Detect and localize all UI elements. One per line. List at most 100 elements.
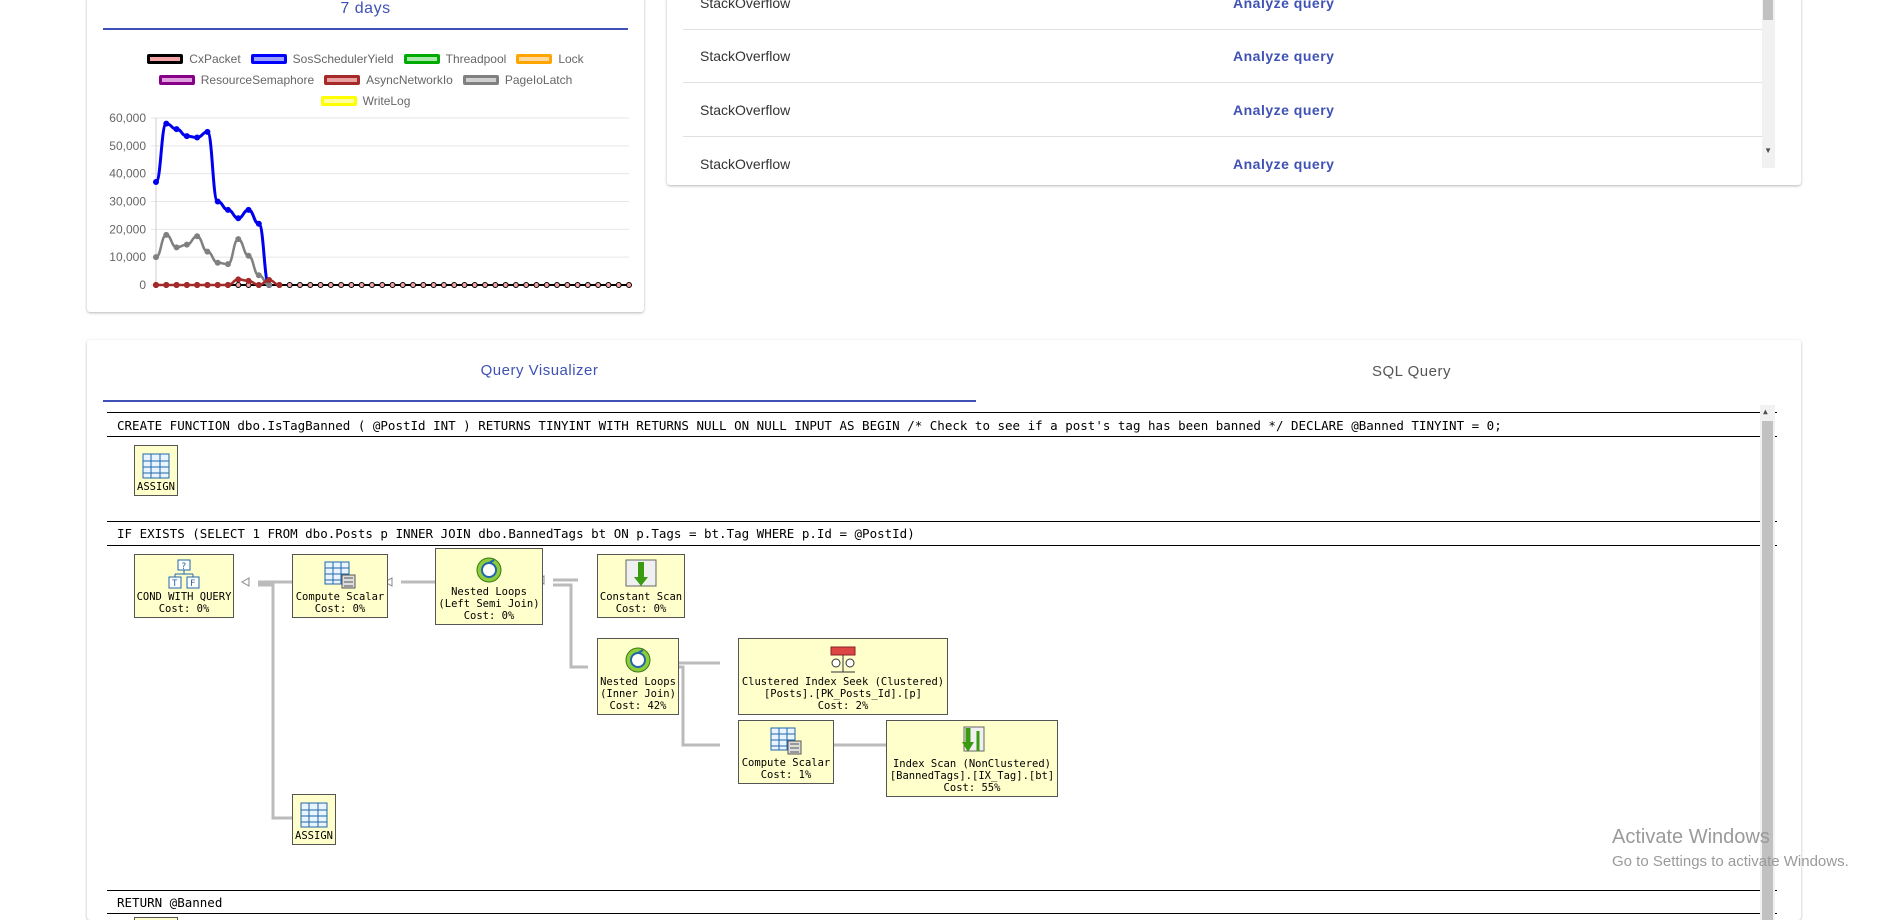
data-point[interactable] <box>194 282 201 288</box>
data-point[interactable] <box>245 206 252 213</box>
data-point[interactable] <box>214 198 221 205</box>
plan-node-assign[interactable]: ASSIGN <box>134 445 178 496</box>
data-point[interactable] <box>163 120 170 127</box>
data-point[interactable] <box>204 248 211 255</box>
data-point[interactable] <box>502 282 509 288</box>
data-point[interactable] <box>451 282 458 288</box>
data-point[interactable] <box>163 282 170 288</box>
data-point[interactable] <box>224 206 231 213</box>
data-point[interactable] <box>348 282 355 288</box>
data-point[interactable] <box>512 282 519 288</box>
plan-node-compute-scalar[interactable]: Compute Scalar Cost: 0% <box>292 554 388 618</box>
data-point[interactable] <box>173 244 180 251</box>
data-point[interactable] <box>255 282 262 288</box>
data-point[interactable] <box>204 282 211 288</box>
data-point[interactable] <box>482 282 489 288</box>
tab-7-days[interactable]: 7 days <box>103 0 628 30</box>
legend-item[interactable]: AsyncNetworkIo <box>324 73 453 87</box>
data-point[interactable] <box>595 282 602 288</box>
data-point[interactable] <box>626 282 632 288</box>
data-point[interactable] <box>183 133 190 140</box>
data-point[interactable] <box>399 282 406 288</box>
data-point[interactable] <box>204 128 211 135</box>
data-point[interactable] <box>235 276 242 283</box>
data-point[interactable] <box>235 282 242 288</box>
data-point[interactable] <box>554 282 561 288</box>
data-point[interactable] <box>327 282 334 288</box>
plan-node-cond-with-query[interactable]: ? T F COND WITH QUERY Cost: 0% <box>134 554 234 618</box>
data-point[interactable] <box>368 282 375 288</box>
data-point[interactable] <box>286 282 293 288</box>
legend-item[interactable]: PageIoLatch <box>462 73 572 87</box>
data-point[interactable] <box>245 277 252 284</box>
analyze-query-link[interactable]: Analyze query <box>1233 102 1334 118</box>
data-point[interactable] <box>358 282 365 288</box>
data-point[interactable] <box>615 282 622 288</box>
data-point[interactable] <box>574 282 581 288</box>
data-point[interactable] <box>235 215 242 222</box>
query-list-scroll-thumb[interactable] <box>1763 0 1773 20</box>
analyze-query-link[interactable]: Analyze query <box>1233 0 1334 11</box>
data-point[interactable] <box>255 272 262 279</box>
data-point[interactable] <box>255 220 262 227</box>
data-point[interactable] <box>338 282 345 288</box>
data-point[interactable] <box>194 134 201 141</box>
data-point[interactable] <box>317 282 324 288</box>
scroll-up-arrow-icon[interactable]: ▲ <box>1763 407 1768 416</box>
plan-node-compute-scalar[interactable]: Compute Scalar Cost: 1% <box>738 720 834 784</box>
data-point[interactable] <box>461 282 468 288</box>
data-point[interactable] <box>153 254 159 261</box>
data-point[interactable] <box>153 282 159 288</box>
data-point[interactable] <box>224 261 231 268</box>
data-point[interactable] <box>183 241 190 248</box>
query-list-scrollbar[interactable] <box>1762 0 1775 168</box>
plan-node-clustered-index-seek[interactable]: Clustered Index Seek (Clustered) [Posts].… <box>738 638 948 715</box>
data-point[interactable] <box>605 282 612 288</box>
data-point[interactable] <box>523 282 530 288</box>
legend-swatch <box>147 53 184 64</box>
data-point[interactable] <box>153 179 159 186</box>
data-point[interactable] <box>584 282 591 288</box>
data-point[interactable] <box>471 282 478 288</box>
data-point[interactable] <box>173 282 180 288</box>
data-point[interactable] <box>266 282 273 288</box>
data-point[interactable] <box>543 282 550 288</box>
data-point[interactable] <box>214 282 221 288</box>
data-point[interactable] <box>440 282 447 288</box>
data-point[interactable] <box>307 282 314 288</box>
tab-sql-query[interactable]: SQL Query <box>976 340 1801 402</box>
plan-node-index-scan-nonclustered[interactable]: Index Scan (NonClustered) [BannedTags].[I… <box>886 720 1058 797</box>
data-point[interactable] <box>533 282 540 288</box>
data-point[interactable] <box>235 236 242 243</box>
data-point[interactable] <box>420 282 427 288</box>
data-point[interactable] <box>410 282 417 288</box>
legend-item[interactable]: SosSchedulerYield <box>250 52 394 66</box>
data-point[interactable] <box>564 282 571 288</box>
legend-item[interactable]: CxPacket <box>147 52 241 66</box>
plan-node-nested-loops-left-semi-join[interactable]: Nested Loops (Left Semi Join) Cost: 0% <box>435 548 543 625</box>
legend-item[interactable]: ResourceSemaphore <box>158 73 314 87</box>
data-point[interactable] <box>245 252 252 259</box>
plan-node-constant-scan[interactable]: Constant Scan Cost: 0% <box>597 554 685 618</box>
scroll-down-arrow-icon[interactable]: ▼ <box>1764 146 1772 155</box>
data-point[interactable] <box>492 282 499 288</box>
data-point[interactable] <box>163 231 170 238</box>
data-point[interactable] <box>266 276 273 283</box>
legend-item[interactable]: Lock <box>516 52 584 66</box>
tab-query-visualizer[interactable]: Query Visualizer <box>103 340 976 402</box>
plan-node-assign[interactable]: ASSIGN <box>292 794 336 845</box>
data-point[interactable] <box>379 282 386 288</box>
data-point[interactable] <box>430 282 437 288</box>
data-point[interactable] <box>214 259 221 266</box>
analyze-query-link[interactable]: Analyze query <box>1233 48 1334 64</box>
data-point[interactable] <box>296 282 303 288</box>
data-point[interactable] <box>183 282 190 288</box>
data-point[interactable] <box>194 233 201 240</box>
analyze-query-link[interactable]: Analyze query <box>1233 156 1334 172</box>
legend-item[interactable]: Threadpool <box>403 52 506 66</box>
data-point[interactable] <box>224 282 231 288</box>
data-point[interactable] <box>276 282 283 288</box>
plan-node-nested-loops-inner-join[interactable]: Nested Loops (Inner Join) Cost: 42% <box>597 638 679 715</box>
data-point[interactable] <box>389 282 396 288</box>
data-point[interactable] <box>173 126 180 133</box>
